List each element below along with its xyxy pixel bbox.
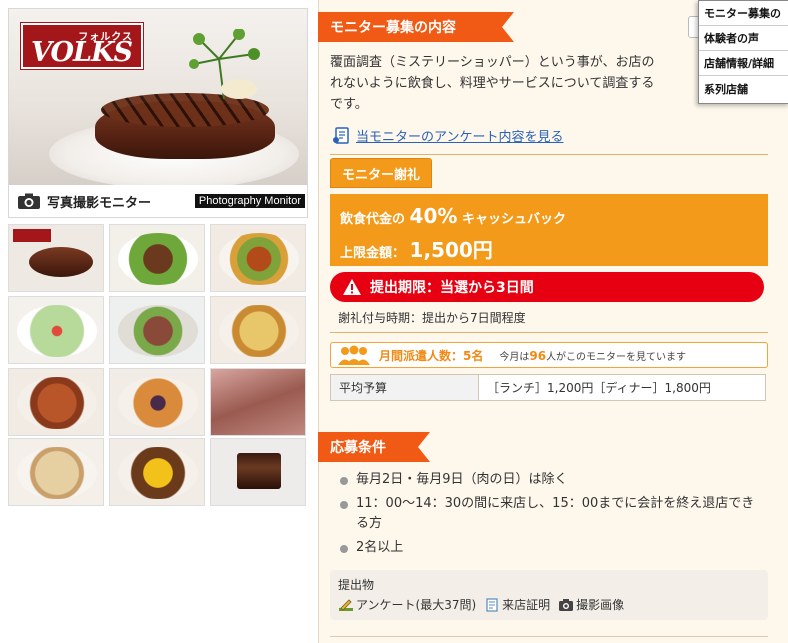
- steak-image: フォルクス VOLKS: [9, 9, 307, 185]
- cashback-rate: 40%: [409, 204, 458, 228]
- submissions-items: アンケート(最大37問) 来店証明 撮影画像: [338, 596, 632, 613]
- nav-item-store-info[interactable]: 店舗情報/詳細: [699, 51, 788, 76]
- list-item: 毎月2日・毎月9日（肉の日）は除く: [340, 470, 760, 490]
- volks-logo: フォルクス VOLKS: [21, 23, 143, 69]
- payment-timing: 謝礼付与時期：提出から7日間程度: [338, 311, 526, 325]
- thumb-roast-beef[interactable]: [210, 368, 306, 436]
- thumb-pasta-eggplant[interactable]: [109, 368, 205, 436]
- caption-jp: 写真撮影モニター: [47, 195, 152, 211]
- submission-photos: 撮影画像: [558, 596, 624, 613]
- viewer-count: 96: [529, 348, 547, 363]
- limit-line: 上限金額： 1,500円: [340, 234, 493, 263]
- condition-text: 11：00〜14：30の間に来店し、15：00までに会計を終え退店でき: [356, 496, 755, 511]
- submissions-box: 提出物 アンケート(最大37問) 来店証明 撮影画像: [330, 570, 768, 620]
- thumb-vegetable-dish[interactable]: [210, 224, 306, 292]
- submission-label: 撮影画像: [576, 598, 625, 612]
- people-icon: [337, 345, 371, 365]
- camera-icon: [558, 598, 574, 612]
- divider: [330, 154, 768, 155]
- thumb-omurice[interactable]: [109, 438, 205, 506]
- submissions-title: 提出物: [338, 578, 375, 592]
- submission-receipt: 来店証明: [484, 596, 550, 613]
- cashback-line: 飲食代金の 40% キャッシュバック: [340, 204, 566, 228]
- section-title-conditions: 応募条件: [318, 432, 430, 462]
- caption-en: Photography Monitor: [194, 194, 305, 208]
- cashback-prefix: 飲食代金の: [340, 212, 406, 227]
- reward-tab: モニター謝礼: [330, 158, 432, 188]
- viewer-note-prefix: 今月は: [499, 351, 530, 363]
- conditions-list: 毎月2日・毎月9日（肉の日）は除く 11：00〜14：30の間に来店し、15：0…: [340, 470, 760, 562]
- thumb-steak[interactable]: [8, 224, 104, 292]
- thumb-gratin[interactable]: [210, 296, 306, 364]
- photo-caption: 写真撮影モニター Photography Monitor: [9, 185, 307, 217]
- viewer-note-suffix: 人がこのモニターを見ています: [546, 351, 687, 363]
- limit-prefix: 上限金額：: [340, 246, 406, 261]
- pencil-icon: [338, 598, 354, 612]
- reward-tab-label: モニター謝礼: [341, 167, 420, 183]
- submission-survey: アンケート(最大37問): [338, 596, 476, 613]
- thumb-chocolate-cake[interactable]: [210, 438, 306, 506]
- divider: [330, 332, 768, 333]
- viewer-note: 今月は96人がこのモニターを見ています: [499, 348, 686, 363]
- description-line: 覆面調査（ミステリーショッパー）という事が、お店の: [330, 55, 655, 70]
- submission-label: アンケート(最大37問): [356, 598, 477, 612]
- logo-brand: VOLKS: [31, 37, 133, 68]
- survey-link-text[interactable]: 当モニターのアンケート内容を見る: [356, 126, 563, 145]
- budget-table: 平均予算 ［ランチ］1,200円［ディナー］1,800円: [330, 374, 766, 401]
- hero-photo: フォルクス VOLKS 写真撮影モニター Photography Monitor: [8, 8, 308, 218]
- deadline-banner: 提出期限：当選から3日間: [330, 272, 764, 302]
- limit-amount: 1,500円: [409, 238, 493, 262]
- section-title-monitor: モニター募集の内容: [318, 12, 514, 42]
- thumb-pasta-tomato[interactable]: [8, 368, 104, 436]
- conditions-title-text: 応募条件: [330, 440, 386, 456]
- warning-icon: [342, 278, 362, 296]
- condition-text: る方: [356, 516, 383, 531]
- document-icon: [332, 126, 352, 145]
- thumb-meat-salad[interactable]: [109, 296, 205, 364]
- survey-link[interactable]: 当モニターのアンケート内容を見る: [332, 126, 563, 145]
- description-line: れないように飲食し、料理やサービスについて調査する: [330, 76, 655, 91]
- submission-label: 来店証明: [502, 598, 551, 612]
- description: 覆面調査（ミステリーショッパー）という事が、お店の れないように飲食し、料理やサ…: [330, 52, 698, 115]
- description-line: です。: [330, 97, 368, 112]
- nav-item-monitor[interactable]: モニター募集の: [699, 1, 788, 26]
- reward-box: 飲食代金の 40% キャッシュバック 上限金額： 1,500円: [330, 194, 768, 266]
- nav-item-affiliates[interactable]: 系列店舗: [699, 76, 788, 101]
- list-item: 11：00〜14：30の間に来店し、15：00までに会計を終え退店でき る方: [340, 494, 760, 534]
- nav-item-reviews[interactable]: 体験者の声: [699, 26, 788, 51]
- cashback-suffix: キャッシュバック: [461, 212, 566, 227]
- thumb-green-soup[interactable]: [8, 296, 104, 364]
- receipt-icon: [484, 597, 500, 612]
- floating-nav: モニター募集の 体験者の声 店舗情報/詳細 系列店舗: [698, 0, 788, 104]
- camera-icon: [17, 193, 41, 210]
- deadline-text: 提出期限：当選から3日間: [370, 280, 534, 296]
- divider: [330, 636, 768, 637]
- thumb-cream-pasta[interactable]: [8, 438, 104, 506]
- visitor-count: 月間派遣人数：5名: [379, 348, 484, 363]
- budget-label: 平均予算: [330, 374, 479, 401]
- table-row: 平均予算 ［ランチ］1,200円［ディナー］1,800円: [330, 374, 766, 401]
- visitor-box: 月間派遣人数：5名 今月は96人がこのモニターを見ています: [330, 342, 768, 368]
- budget-value: ［ランチ］1,200円［ディナー］1,800円: [478, 374, 766, 401]
- list-item: 2名以上: [340, 538, 760, 558]
- thumb-hamburg-salad[interactable]: [109, 224, 205, 292]
- section-title-text: モニター募集の内容: [330, 20, 456, 36]
